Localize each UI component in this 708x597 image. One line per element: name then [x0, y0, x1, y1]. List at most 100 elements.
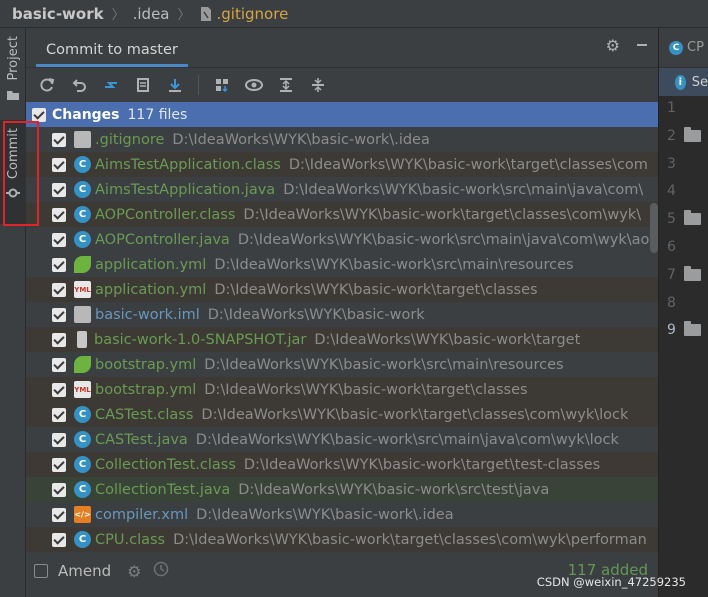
file-checkbox[interactable]: [52, 357, 66, 372]
file-row[interactable]: </> compiler.xml D:\IdeaWorks\WYK\basic-wo…: [26, 502, 658, 527]
file-name: CollectionTest.java: [95, 481, 231, 498]
java-file-icon: C: [74, 181, 91, 198]
file-checkbox[interactable]: [52, 157, 66, 172]
collapse-all-icon[interactable]: [305, 73, 331, 97]
line-number: 5: [667, 210, 701, 228]
vertical-scrollbar[interactable]: [650, 203, 658, 253]
shelve-icon[interactable]: [130, 73, 156, 97]
watermark: CSDN @weixin_47259235: [536, 575, 686, 589]
line-number-text: 1: [667, 100, 676, 116]
file-path: D:\IdeaWorks\WYK\basic-work\target\class…: [204, 381, 528, 398]
tab-commit-to-master[interactable]: Commit to master: [36, 42, 188, 67]
file-name: application.yml: [95, 281, 207, 298]
tool-tab-project[interactable]: Project: [0, 36, 26, 108]
refresh-icon[interactable]: [34, 73, 60, 97]
info-icon: i: [675, 74, 686, 90]
file-row[interactable]: C CollectionTest.java D:\IdeaWorks\WYK\bas…: [26, 477, 658, 502]
diff-icon[interactable]: [98, 73, 124, 97]
file-path: D:\IdeaWorks\WYK\basic-work\target\class…: [214, 281, 538, 298]
editor-tabbar: C CP: [659, 28, 708, 68]
file-row[interactable]: C CollectionTest.class D:\IdeaWorks\WYK\ba…: [26, 452, 658, 477]
update-icon[interactable]: [162, 73, 188, 97]
spring-yml-icon: [74, 256, 91, 273]
file-name: CollectionTest.class: [95, 456, 236, 473]
amend-label[interactable]: Amend: [58, 562, 111, 580]
java-file-icon: C: [74, 231, 91, 248]
file-row[interactable]: C AimsTestApplication.java D:\IdeaWorks\WY…: [26, 177, 658, 202]
file-row[interactable]: bootstrap.yml D:\IdeaWorks\WYK\basic-work…: [26, 352, 658, 377]
file-checkbox[interactable]: [52, 507, 66, 522]
file-name: AOPController.java: [95, 231, 230, 248]
breadcrumb-file[interactable]: .gitignore: [199, 5, 288, 23]
line-number-text: 3: [667, 155, 676, 172]
folder-icon: [683, 265, 701, 281]
file-row[interactable]: YML application.yml D:\IdeaWorks\WYK\basic…: [26, 277, 658, 302]
file-row[interactable]: C AOPController.java D:\IdeaWorks\WYK\basi…: [26, 227, 658, 252]
file-row[interactable]: C AOPController.class D:\IdeaWorks\WYK\bas…: [26, 202, 658, 227]
folder-icon: [683, 210, 701, 226]
file-row[interactable]: C AimsTestApplication.class D:\IdeaWorks\W…: [26, 152, 658, 177]
file-path: D:\IdeaWorks\WYK\basic-work\target\class…: [201, 406, 629, 423]
file-path: D:\IdeaWorks\WYK\basic-work\target: [314, 331, 581, 348]
file-checkbox[interactable]: [52, 432, 66, 447]
line-number: 1: [667, 100, 676, 116]
file-list: .gitignore D:\IdeaWorks\WYK\basic-work\.i…: [26, 127, 658, 552]
changes-group-checkbox[interactable]: [32, 107, 46, 122]
gear-icon[interactable]: ⚙: [606, 38, 620, 54]
line-number-text: 4: [667, 183, 676, 200]
line-number-text: 5: [667, 211, 676, 228]
changes-group[interactable]: Changes 117 files: [26, 102, 658, 127]
expand-all-icon[interactable]: [273, 73, 299, 97]
file-row[interactable]: basic-work-1.0-SNAPSHOT.jar D:\IdeaWorks\…: [26, 327, 658, 352]
file-path: D:\IdeaWorks\WYK\basic-work\target\test-…: [243, 456, 601, 473]
line-number-text: 8: [667, 294, 676, 311]
file-path: D:\IdeaWorks\WYK\basic-work\src\main\jav…: [195, 431, 619, 448]
file-row[interactable]: application.yml D:\IdeaWorks\WYK\basic-wo…: [26, 252, 658, 277]
file-checkbox[interactable]: [52, 182, 66, 197]
file-row[interactable]: C CPU.class D:\IdeaWorks\WYK\basic-work\ta…: [26, 527, 658, 552]
file-checkbox[interactable]: [52, 207, 66, 222]
xml-file-icon: </>: [74, 506, 91, 523]
rollback-icon[interactable]: [66, 73, 92, 97]
file-name: AimsTestApplication.class: [95, 156, 281, 173]
breadcrumb-project[interactable]: basic-work: [12, 5, 104, 23]
file-checkbox[interactable]: [52, 257, 66, 272]
file-name: bootstrap.yml: [95, 356, 197, 373]
class-file-icon: C: [74, 531, 91, 548]
breadcrumb-folder[interactable]: .idea: [133, 5, 170, 23]
file-checkbox[interactable]: [52, 232, 66, 247]
file-checkbox[interactable]: [52, 282, 66, 297]
file-name: bootstrap.yml: [95, 381, 197, 398]
minimize-icon[interactable]: [636, 38, 648, 54]
editor-area: C CP i Se 1 2 3 4 5 6 7 8 9: [658, 28, 708, 597]
file-path: D:\IdeaWorks\WYK\basic-work\src\main\res…: [204, 356, 564, 373]
group-by-icon[interactable]: [209, 73, 235, 97]
gear-icon[interactable]: ⚙: [127, 562, 141, 581]
file-checkbox[interactable]: [52, 482, 66, 497]
file-checkbox[interactable]: [52, 457, 66, 472]
file-checkbox[interactable]: [52, 307, 66, 322]
file-row[interactable]: C CASTest.class D:\IdeaWorks\WYK\basic-wor…: [26, 402, 658, 427]
yml-file-icon: YML: [74, 381, 91, 398]
file-path: D:\IdeaWorks\WYK\basic-work\src\main\jav…: [237, 231, 650, 248]
amend-checkbox[interactable]: [34, 564, 48, 578]
class-file-icon: C: [74, 156, 91, 173]
file-checkbox[interactable]: [52, 382, 66, 397]
file-row[interactable]: C CASTest.java D:\IdeaWorks\WYK\basic-work…: [26, 427, 658, 452]
file-name: compiler.xml: [95, 506, 189, 523]
commit-toolbar: [26, 68, 658, 102]
file-checkbox[interactable]: [52, 132, 66, 147]
file-row[interactable]: .gitignore D:\IdeaWorks\WYK\basic-work\.i…: [26, 127, 658, 152]
folder-icon: [683, 321, 701, 337]
file-checkbox[interactable]: [52, 332, 66, 347]
file-row[interactable]: YML bootstrap.yml D:\IdeaWorks\WYK\basic-w…: [26, 377, 658, 402]
editor-tab-label[interactable]: CP: [687, 40, 704, 55]
clock-icon[interactable]: [153, 561, 169, 581]
file-checkbox[interactable]: [52, 532, 66, 547]
file-icon: [199, 6, 213, 22]
line-number: 9: [667, 321, 701, 338]
file-checkbox[interactable]: [52, 407, 66, 422]
file-row[interactable]: basic-work.iml D:\IdeaWorks\WYK\basic-wor…: [26, 302, 658, 327]
show-diff-icon[interactable]: [241, 73, 267, 97]
file-path: D:\IdeaWorks\WYK\basic-work\target\class…: [243, 206, 642, 223]
